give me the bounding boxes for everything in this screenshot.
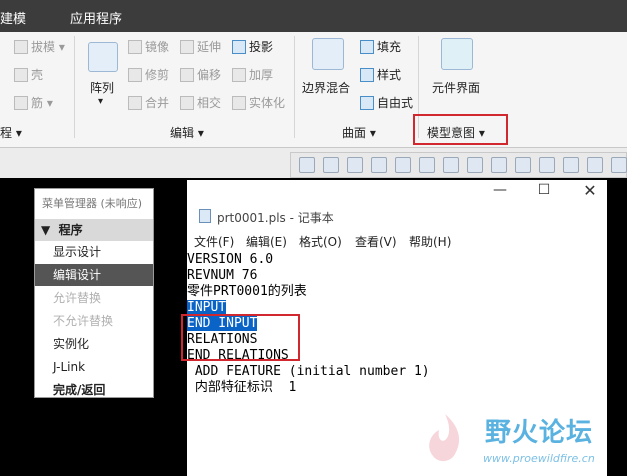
thicken-icon: [232, 68, 246, 82]
menu-item-instantiate[interactable]: 实例化: [35, 333, 153, 355]
surface-group-label[interactable]: 曲面 ▾: [342, 124, 376, 141]
saved-views-icon[interactable]: [419, 157, 435, 173]
draft-button[interactable]: 拔模 ▾: [14, 38, 65, 55]
perspective-icon[interactable]: [467, 157, 483, 173]
text-line: 内部特征标识 1: [187, 380, 297, 395]
freestyle-icon: [360, 96, 374, 110]
solidify-icon: [232, 96, 246, 110]
shell-button[interactable]: 壳: [14, 66, 43, 83]
intersect-icon: [180, 96, 194, 110]
fill-icon: [360, 40, 374, 54]
zoom-in-icon[interactable]: [323, 157, 339, 173]
merge-button[interactable]: 合并: [128, 94, 169, 111]
menu-view[interactable]: 查看(V): [355, 233, 397, 250]
edit-group-label[interactable]: 编辑 ▾: [170, 124, 204, 141]
watermark-title: 野火论坛: [485, 418, 594, 448]
menu-manager: 菜单管理器 (未响应) ▼ 程序 显示设计 编辑设计 允许替换 不允许替换 实例…: [34, 188, 154, 398]
watermark-url: www.proewildfire.cn: [483, 452, 595, 465]
input-callout: [181, 314, 300, 361]
pattern-button[interactable]: 阵列: [90, 79, 114, 96]
menu-item-allow-replace: 允许替换: [53, 291, 102, 305]
view-manager-icon[interactable]: [443, 157, 459, 173]
tab-modeling[interactable]: 建模: [0, 8, 26, 27]
ribbon-separator: [74, 36, 75, 138]
merge-icon: [128, 96, 142, 110]
offset-icon: [180, 68, 194, 82]
offset-button[interactable]: 偏移: [180, 66, 221, 83]
project-button[interactable]: 投影: [232, 38, 273, 55]
shell-icon: [14, 68, 28, 82]
collapse-triangle-icon: ▼: [41, 223, 51, 237]
minimize-icon[interactable]: —: [487, 182, 513, 198]
zoom-out-icon[interactable]: [347, 157, 363, 173]
notepad-titlebar: — ☐ ✕ prt0001.pls - 记事本: [187, 180, 607, 228]
refit-icon[interactable]: [299, 157, 315, 173]
project-icon: [232, 40, 246, 54]
rib-icon: [14, 96, 28, 110]
extend-button[interactable]: 延伸: [180, 38, 221, 55]
forum-watermark: 野火论坛 www.proewildfire.cn: [415, 408, 627, 476]
ribbon-tab-bar: 建模 应用程序: [0, 0, 627, 32]
menu-item-done-return[interactable]: 完成/返回: [35, 379, 153, 401]
maximize-icon[interactable]: ☐: [531, 182, 557, 198]
annotation-display-icon[interactable]: [515, 157, 531, 173]
intersect-button[interactable]: 相交: [180, 94, 221, 111]
menu-item-disallow-replace: 不允许替换: [53, 314, 114, 328]
menu-manager-title: 菜单管理器 (未响应): [42, 197, 143, 210]
engineering-group-label[interactable]: 程 ▾: [0, 124, 22, 141]
notepad-app-icon: [199, 209, 211, 223]
fill-button[interactable]: 填充: [360, 38, 401, 55]
thicken-button[interactable]: 加厚: [232, 66, 273, 83]
boundary-blend-icon: [312, 38, 344, 70]
mirror-icon: [128, 40, 142, 54]
datum-display-icon[interactable]: [539, 157, 555, 173]
tab-applications[interactable]: 应用程序: [70, 8, 122, 27]
menu-format[interactable]: 格式(O): [299, 233, 342, 250]
rib-button[interactable]: 筋 ▾: [14, 94, 53, 111]
menu-help[interactable]: 帮助(H): [409, 233, 451, 250]
display-style-icon[interactable]: [395, 157, 411, 173]
draft-icon: [14, 40, 28, 54]
solidify-button[interactable]: 实体化: [232, 94, 285, 111]
menu-item-edit-design[interactable]: 编辑设计: [35, 264, 153, 286]
extend-icon: [180, 40, 194, 54]
text-line: ADD FEATURE (initial number 1): [187, 364, 430, 379]
graphics-toolbar: [290, 152, 627, 178]
close-icon[interactable]: ✕: [577, 181, 603, 200]
component-interface-icon: [441, 38, 473, 70]
menu-header-program[interactable]: ▼ 程序: [35, 219, 153, 241]
spin-center-icon[interactable]: [491, 157, 507, 173]
point-display-icon[interactable]: [587, 157, 603, 173]
text-line: VERSION 6.0: [187, 252, 274, 267]
text-line: REVNUM 76: [187, 268, 258, 283]
trim-button[interactable]: 修剪: [128, 66, 169, 83]
style-icon: [360, 68, 374, 82]
menu-file[interactable]: 文件(F): [194, 233, 234, 250]
menu-item-jlink[interactable]: J-Link: [35, 356, 153, 378]
appearance-icon[interactable]: [611, 157, 627, 173]
freestyle-button[interactable]: 自由式: [360, 94, 413, 111]
pattern-dropdown-icon[interactable]: ▾: [98, 96, 103, 107]
flame-logo-icon: [429, 414, 460, 462]
menu-item-show-design[interactable]: 显示设计: [35, 241, 153, 263]
model-intent-callout: [413, 114, 508, 145]
trim-icon: [128, 68, 142, 82]
mirror-button[interactable]: 镜像: [128, 38, 169, 55]
menu-edit[interactable]: 编辑(E): [246, 233, 287, 250]
notepad-title: prt0001.pls - 记事本: [217, 211, 334, 225]
notepad-menubar: 文件(F) 编辑(E) 格式(O) 查看(V) 帮助(H): [187, 230, 607, 252]
style-button[interactable]: 样式: [360, 66, 401, 83]
text-line: 零件PRT0001的列表: [187, 284, 307, 299]
ribbon-separator: [294, 36, 295, 138]
pattern-icon: [88, 42, 118, 72]
repaint-icon[interactable]: [371, 157, 387, 173]
boundary-blend-button[interactable]: 边界混合: [302, 79, 350, 96]
csys-display-icon[interactable]: [563, 157, 579, 173]
component-interface-button[interactable]: 元件界面: [432, 79, 480, 96]
